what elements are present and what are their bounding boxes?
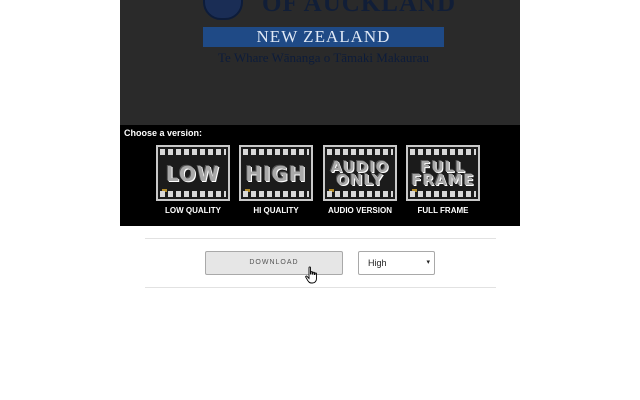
version-audio[interactable]: AUDIO ONLY AUDIO VERSION	[323, 145, 401, 215]
film-sprockets	[160, 191, 226, 197]
download-button[interactable]: DOWNLOAD	[205, 251, 343, 275]
maori-university-name: Te Whare Wānanga o Tāmaki Makaurau	[218, 50, 429, 65]
film-thumbnail-audio[interactable]: AUDIO ONLY	[323, 145, 397, 201]
version-low-quality[interactable]: LOW LOW QUALITY	[156, 145, 234, 215]
film-word-high: HIGH	[245, 162, 307, 186]
version-hi-quality[interactable]: HIGH HI QUALITY	[239, 145, 317, 215]
quality-selected-value: High	[368, 258, 387, 268]
version-full-frame[interactable]: FULL FRAME FULL FRAME	[406, 145, 484, 215]
version-caption-full[interactable]: FULL FRAME	[406, 206, 480, 215]
version-caption-low[interactable]: LOW QUALITY	[156, 206, 230, 215]
divider	[145, 287, 496, 288]
film-sprockets	[327, 149, 393, 155]
film-sprockets	[410, 149, 476, 155]
film-word-full: FULL FRAME	[408, 158, 478, 190]
film-sprockets	[327, 191, 393, 197]
university-name: OF AUCKLAND	[262, 0, 457, 17]
chooser-prompt: Choose a version:	[124, 128, 203, 138]
film-thumbnail-full[interactable]: FULL FRAME	[406, 145, 480, 201]
hand-pointer-icon	[305, 266, 317, 284]
film-sprockets	[410, 191, 476, 197]
quality-select[interactable]: High ▾	[358, 251, 435, 275]
chevron-down-icon: ▾	[426, 259, 430, 266]
film-sprockets	[243, 191, 309, 197]
film-word-audio: AUDIO ONLY	[325, 158, 395, 190]
film-word-low: LOW	[165, 162, 221, 186]
page: OF AUCKLAND NEW ZEALAND Te Whare Wānanga…	[0, 0, 640, 400]
film-word-line: FRAME	[411, 171, 475, 189]
film-thumbnail-high[interactable]: HIGH	[239, 145, 313, 201]
film-sprockets	[160, 149, 226, 155]
film-word-line: ONLY	[336, 171, 384, 189]
version-chooser: Choose a version: LOW LOW QUALITY HIGH H…	[120, 125, 520, 226]
film-thumbnail-low[interactable]: LOW	[156, 145, 230, 201]
film-sprockets	[243, 149, 309, 155]
country-banner: NEW ZEALAND	[203, 27, 444, 47]
version-caption-audio[interactable]: AUDIO VERSION	[323, 206, 397, 215]
divider	[145, 238, 496, 239]
version-caption-high[interactable]: HI QUALITY	[239, 206, 313, 215]
